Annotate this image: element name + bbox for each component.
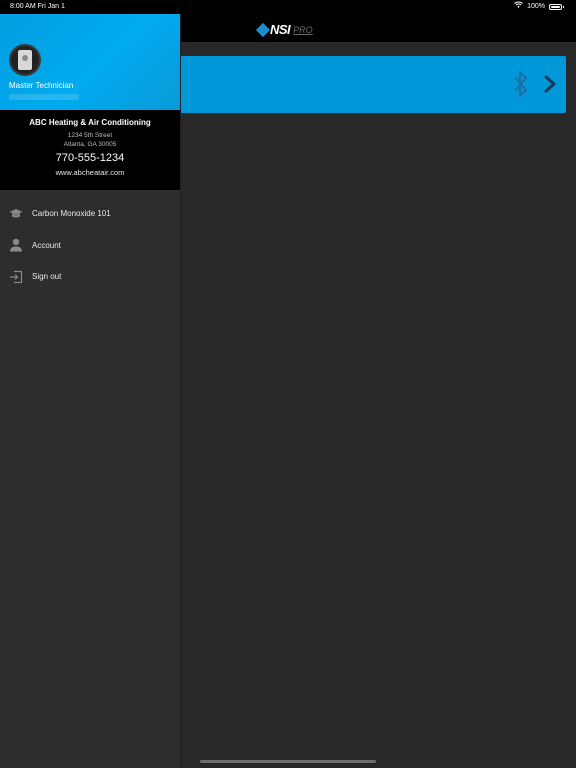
- chevron-right-icon[interactable]: [544, 75, 556, 98]
- user-role: Master Technician: [9, 81, 74, 90]
- status-bar: 8:00 AM Fri Jan 1 100%: [0, 0, 576, 14]
- company-info: ABC Heating & Air Conditioning 1234 5th …: [0, 110, 180, 190]
- menu-item-label: Account: [32, 240, 61, 250]
- brand-name: NSI: [270, 22, 291, 37]
- bluetooth-icon: [512, 69, 530, 104]
- graduation-cap-icon: [9, 207, 23, 221]
- device-card[interactable]: [170, 56, 566, 113]
- user-name-placeholder: [9, 94, 79, 100]
- person-icon: [9, 238, 23, 252]
- avatar[interactable]: [9, 44, 41, 76]
- side-drawer: Master Technician ABC Heating & Air Cond…: [0, 14, 181, 768]
- status-indicators: 100%: [514, 0, 564, 14]
- company-address-line2: Atlanta, GA 30005: [63, 141, 117, 148]
- company-name: ABC Heating & Air Conditioning: [29, 118, 151, 127]
- drawer-profile-header: Master Technician: [0, 14, 180, 110]
- menu-item-sign-out[interactable]: Sign out: [0, 261, 180, 293]
- company-phone[interactable]: 770-555-1234: [0, 152, 180, 164]
- company-website[interactable]: www.abcheatair.com: [0, 168, 180, 177]
- menu-item-label: Sign out: [32, 272, 62, 282]
- menu-item-carbon-monoxide-101[interactable]: Carbon Monoxide 101: [0, 198, 180, 230]
- menu-item-account[interactable]: Account: [0, 230, 180, 262]
- logo-mark-icon: [255, 22, 271, 37]
- battery-percent: 100%: [527, 3, 545, 10]
- brand-logo: NSI PRO: [255, 22, 313, 37]
- status-time: 8:00 AM Fri Jan 1: [10, 3, 65, 10]
- company-address-line1: 1234 5th Street: [67, 132, 113, 139]
- battery-icon: [549, 4, 564, 10]
- detector-device-icon: [18, 50, 32, 70]
- drawer-menu: Carbon Monoxide 101 Account Sign out: [0, 198, 180, 293]
- menu-item-label: Carbon Monoxide 101: [32, 209, 111, 219]
- wifi-icon: [514, 0, 523, 14]
- brand-sub: PRO: [293, 24, 313, 35]
- sign-out-icon: [9, 270, 23, 284]
- home-indicator: [200, 760, 376, 763]
